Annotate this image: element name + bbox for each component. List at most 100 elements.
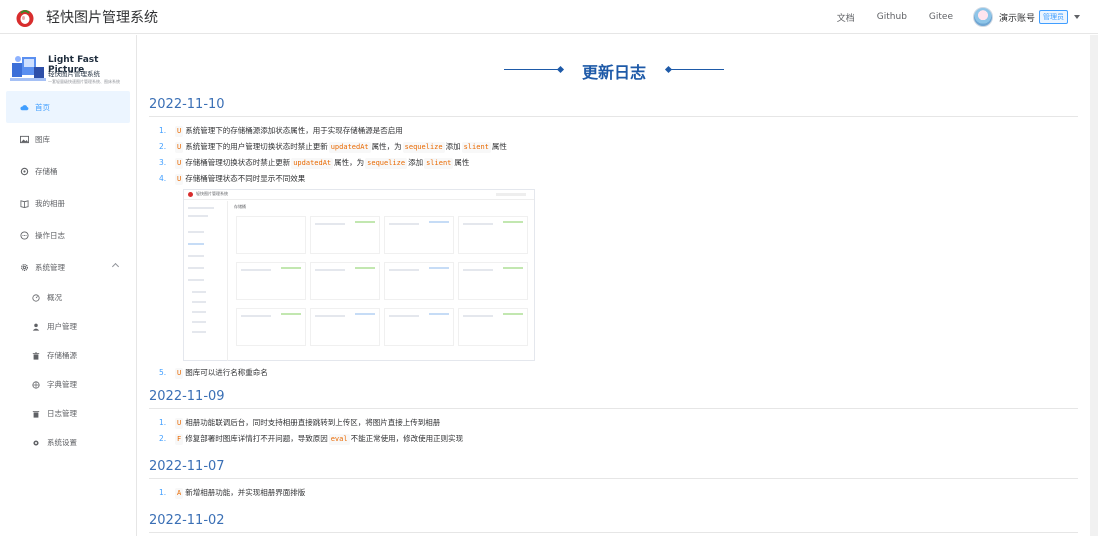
apple-logo-icon <box>188 192 193 197</box>
cloud-icon <box>20 103 29 112</box>
role-badge: 管理员 <box>1039 10 1068 24</box>
chevron-down-icon[interactable] <box>1074 15 1080 19</box>
sidebar-item-label: 图库 <box>35 134 50 144</box>
brand-illustration-icon <box>10 56 46 81</box>
nav-docs[interactable]: 文档 <box>837 11 855 24</box>
item-text: 不能正常使用，修改使用正则实现 <box>350 434 464 443</box>
chevron-up-icon[interactable] <box>111 262 120 271</box>
user-name[interactable]: 演示账号 <box>999 11 1035 24</box>
settings-icon <box>32 439 40 447</box>
sidebar-item-label: 字典管理 <box>47 380 77 389</box>
screenshot-line <box>188 215 208 217</box>
screenshot-line <box>315 315 345 317</box>
change-type-tag: F <box>175 433 184 445</box>
inline-code: slient <box>424 157 454 169</box>
sidebar-item-home[interactable]: 首页 <box>6 91 130 123</box>
version-block: 2022-11-07 1. A 新增相册功能，并实现相册界面排版 <box>149 455 1078 501</box>
item-text: 属性 <box>454 158 470 167</box>
version-block: 2022-11-09 1. U 相册功能联调后台，同时支持相册直接跳转到上传区，… <box>149 385 1078 447</box>
screenshot-card <box>236 216 306 254</box>
sidebar-item-label: 概况 <box>47 293 62 302</box>
screenshot-card <box>310 216 380 254</box>
screenshot-line <box>192 301 206 303</box>
version-date: 2022-11-02 <box>149 509 1078 533</box>
change-type-tag: U <box>175 125 184 137</box>
screenshot-line <box>188 267 204 269</box>
screenshot-line <box>241 269 271 271</box>
screenshot-line <box>429 313 449 315</box>
inline-code: eval <box>328 433 350 445</box>
version-date: 2022-11-09 <box>149 385 1078 409</box>
logo[interactable]: 轻快图片管理系统 <box>14 6 158 28</box>
screenshot-line <box>355 313 375 315</box>
item-number: 1. <box>159 126 167 135</box>
sidebar-item-oplog[interactable]: 操作日志 <box>0 219 136 251</box>
screenshot-line <box>192 331 206 333</box>
screenshot-line <box>503 221 523 223</box>
sidebar-item-label: 系统管理 <box>35 262 65 272</box>
top-header: 轻快图片管理系统 文档 Github Gitee 演示账号 管理员 <box>0 0 1098 34</box>
screenshot-line <box>315 223 345 225</box>
sidebar-subitem-overview[interactable]: 概况 <box>0 283 136 312</box>
change-type-tag: U <box>175 367 184 379</box>
inline-code: slient <box>461 141 491 153</box>
screenshot-card <box>458 262 528 300</box>
list-item: 1. U 相册功能联调后台，同时支持相册直接跳转到上传区，将图片直接上传到相册 <box>159 415 1078 431</box>
sidebar-item-bucket[interactable]: 存储桶 <box>0 155 136 187</box>
screenshot-section-label: 存储桶 <box>234 204 246 209</box>
screenshot-card <box>236 308 306 346</box>
item-number: 1. <box>159 418 167 427</box>
main-content: 更新日志 2022-11-10 1. U 系统管理下的存储桶源添加状态属性，用于… <box>138 35 1090 536</box>
item-text: 修复部署时图库详情打不开问题，导致原因 <box>185 434 328 443</box>
version-block: 2022-11-10 1. U 系统管理下的存储桶源添加状态属性，用于实现存储桶… <box>149 93 1078 381</box>
change-type-tag: A <box>175 487 184 499</box>
screenshot-line <box>241 315 271 317</box>
sidebar-subitem-users[interactable]: 用户管理 <box>0 312 136 341</box>
sidebar-item-gallery[interactable]: 图库 <box>0 123 136 155</box>
sidebar-subitem-settings[interactable]: 系统设置 <box>0 428 136 457</box>
sidebar-subitem-logs[interactable]: 日志管理 <box>0 399 136 428</box>
sidebar-item-album[interactable]: 我的相册 <box>0 187 136 219</box>
page-header: 更新日志 <box>138 35 1090 93</box>
screenshot-line <box>192 291 206 293</box>
avatar[interactable] <box>972 7 993 27</box>
scrollbar-track[interactable] <box>1090 35 1098 536</box>
change-type-tag: U <box>175 157 184 169</box>
screenshot-line <box>281 313 301 315</box>
nav-github[interactable]: Github <box>877 12 907 22</box>
screenshot-line <box>192 311 206 313</box>
item-text: 属性，为 <box>334 158 365 167</box>
app-title: 轻快图片管理系统 <box>46 9 158 26</box>
change-type-tag: U <box>175 417 184 429</box>
sidebar-item-label: 日志管理 <box>47 409 77 418</box>
change-type-tag: U <box>175 141 184 153</box>
screenshot-nav <box>496 193 526 196</box>
screenshot-line <box>389 269 419 271</box>
screenshot-app-title: 轻快图片管理系统 <box>196 191 228 196</box>
screenshot-card <box>310 308 380 346</box>
item-text: 新增相册功能，并实现相册界面排版 <box>185 488 306 497</box>
screenshot-line <box>192 321 206 323</box>
album-icon <box>20 199 29 208</box>
item-number: 5. <box>159 368 167 377</box>
screenshot-line <box>463 223 493 225</box>
screenshot-line <box>315 269 345 271</box>
sidebar-item-system[interactable]: 系统管理 <box>0 251 136 283</box>
screenshot-line <box>503 267 523 269</box>
screenshot-card <box>310 262 380 300</box>
screenshot-line <box>188 243 204 245</box>
sidebar-item-label: 操作日志 <box>35 230 65 240</box>
user-icon <box>32 323 40 331</box>
brand-name-cn: 轻快图片管理系统 <box>48 70 100 78</box>
image-icon <box>20 135 29 144</box>
gear-icon <box>20 263 29 272</box>
sidebar-subitem-bucket-source[interactable]: 存储桶源 <box>0 341 136 370</box>
list-item: 2. F 修复部署时图库详情打不开问题，导致原因 eval 不能正常使用，修改使… <box>159 431 1078 447</box>
item-text: 相册功能联调后台，同时支持相册直接跳转到上传区，将图片直接上传到相册 <box>185 418 441 427</box>
change-type-tag: U <box>175 173 184 185</box>
nav-gitee[interactable]: Gitee <box>929 12 953 22</box>
sidebar-subitem-dict[interactable]: 字典管理 <box>0 370 136 399</box>
dashboard-icon <box>32 293 40 302</box>
dict-icon <box>32 380 40 389</box>
sidebar-item-label: 首页 <box>35 102 50 112</box>
